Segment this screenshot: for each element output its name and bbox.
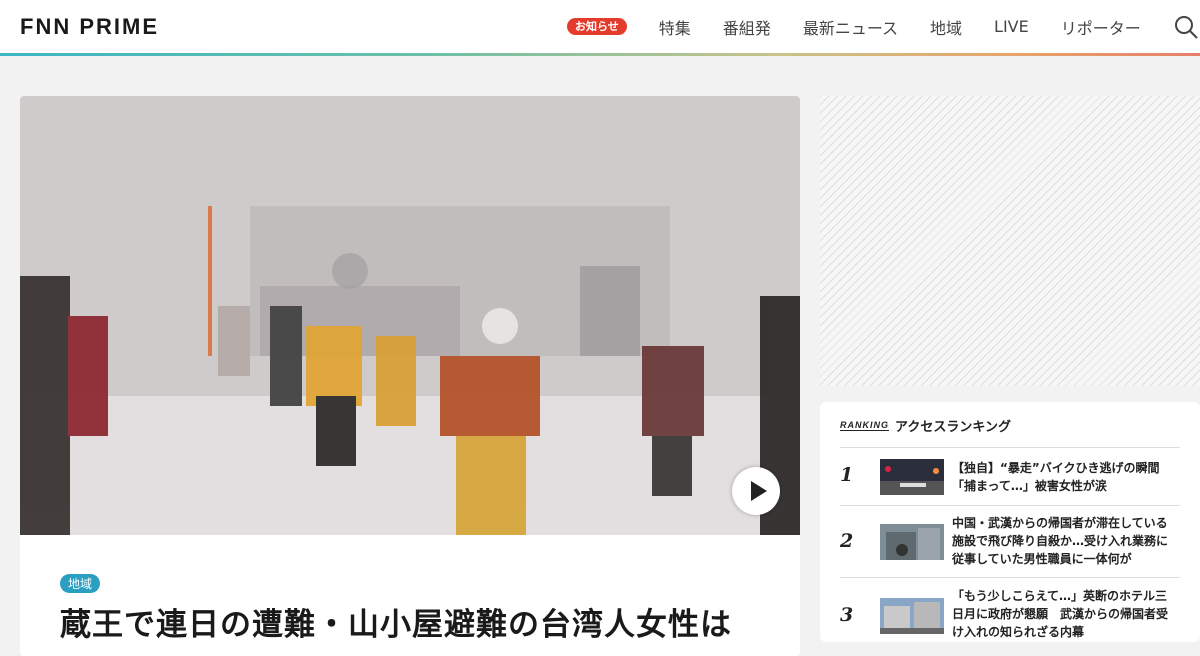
site-logo[interactable]: FNN PRIME bbox=[20, 14, 159, 40]
nav-item-reporter[interactable]: リポーター bbox=[1061, 15, 1141, 39]
header-color-stripe bbox=[0, 53, 1200, 56]
hero-article[interactable]: 地域 蔵王で連日の遭難・山小屋避難の台湾人女性は bbox=[20, 96, 800, 656]
play-icon bbox=[751, 481, 767, 501]
logo-text: FNN PRIME bbox=[20, 14, 159, 39]
ranking-thumbnail[interactable] bbox=[880, 598, 944, 634]
ad-placeholder bbox=[820, 96, 1200, 386]
hero-video-thumbnail[interactable] bbox=[20, 96, 800, 535]
ranking-title: アクセスランキング bbox=[895, 420, 1011, 435]
play-button[interactable] bbox=[732, 467, 780, 515]
site-header: FNN PRIME お知らせ 特集 番組発 最新ニュース 地域 LIVE リポー… bbox=[0, 0, 1200, 53]
main-nav: お知らせ 特集 番組発 最新ニュース 地域 LIVE リポーター bbox=[567, 0, 1173, 53]
ranking-header: RANKING アクセスランキング bbox=[840, 416, 1011, 435]
ranking-logo: RANKING bbox=[840, 420, 889, 431]
notice-badge[interactable]: お知らせ bbox=[567, 18, 627, 35]
rank-number: 2 bbox=[840, 530, 854, 552]
ranking-item[interactable]: 1 【独自】“暴走”バイクひき逃げの瞬間 「捕まって…」被害女性が涙 bbox=[840, 447, 1180, 506]
search-icon[interactable] bbox=[1174, 15, 1198, 39]
nav-item-region[interactable]: 地域 bbox=[930, 15, 962, 39]
ranking-item-title[interactable]: 中国・武漢からの帰国者が滞在している施設で飛び降り自殺か…受け入れ業務に従事して… bbox=[952, 514, 1178, 568]
nav-item-programs[interactable]: 番組発 bbox=[723, 15, 771, 39]
nav-item-features[interactable]: 特集 bbox=[659, 15, 691, 39]
rank-number: 1 bbox=[840, 464, 854, 486]
category-tag[interactable]: 地域 bbox=[60, 574, 101, 593]
article-headline[interactable]: 蔵王で連日の遭難・山小屋避難の台湾人女性は bbox=[60, 599, 780, 644]
nav-item-latest-news[interactable]: 最新ニュース bbox=[803, 15, 898, 39]
ranking-item-title[interactable]: 「もう少しこらえて…」英断のホテル三日月に政府が懇願 武漢からの帰国者受け入れの… bbox=[952, 587, 1178, 641]
ranking-panel: RANKING アクセスランキング 1 【独自】“暴走”バイクひき逃げの瞬間 「… bbox=[820, 402, 1200, 642]
ranking-item[interactable]: 3 「もう少しこらえて…」英断のホテル三日月に政府が懇願 武漢からの帰国者受け入… bbox=[840, 577, 1180, 643]
ranking-thumbnail[interactable] bbox=[880, 459, 944, 495]
ranking-item[interactable]: 2 中国・武漢からの帰国者が滞在している施設で飛び降り自殺か…受け入れ業務に従事… bbox=[840, 505, 1180, 578]
ranking-thumbnail[interactable] bbox=[880, 524, 944, 560]
ranking-item-title[interactable]: 【独自】“暴走”バイクひき逃げの瞬間 「捕まって…」被害女性が涙 bbox=[952, 459, 1178, 495]
nav-item-live[interactable]: LIVE bbox=[994, 17, 1029, 36]
rank-number: 3 bbox=[840, 604, 854, 626]
